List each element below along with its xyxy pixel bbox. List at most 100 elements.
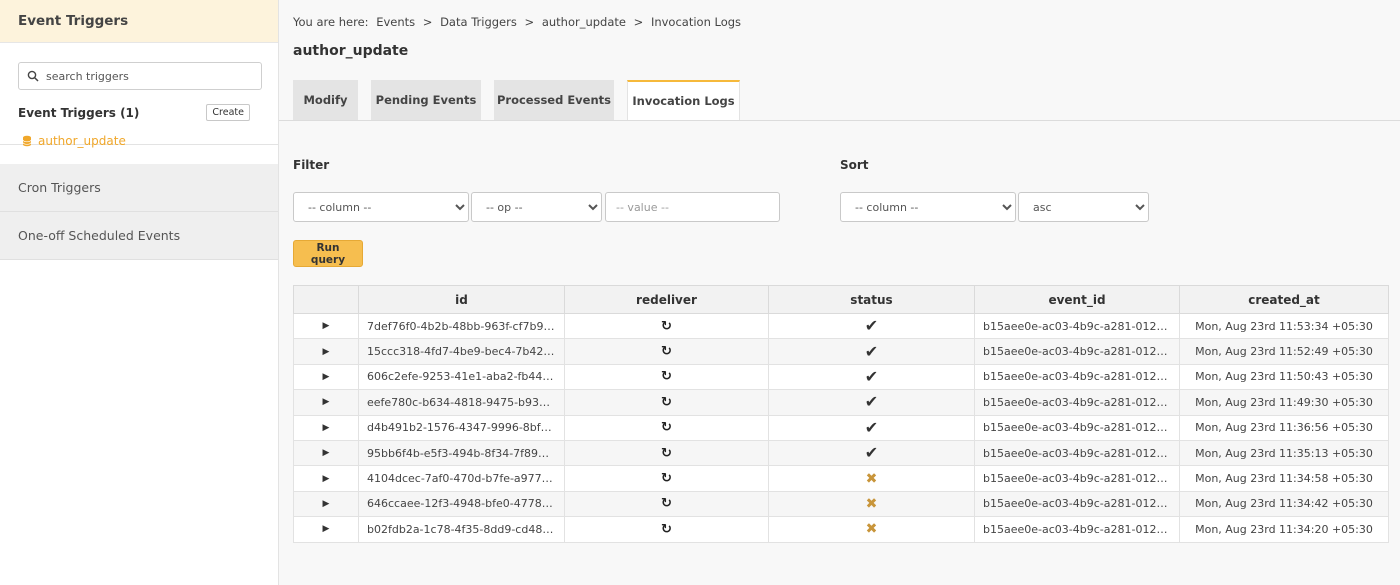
check-icon: ✔ [864,341,879,361]
expand-row-icon[interactable]: ▶ [323,499,330,509]
tab-processed-events[interactable]: Processed Events [494,80,614,120]
breadcrumb-events[interactable]: Events [376,15,415,29]
expand-row-cell[interactable]: ▶ [293,465,359,492]
cell-redeliver: ↻ [564,439,769,467]
sidebar-item-label: One-off Scheduled Events [18,228,181,243]
expand-row-icon[interactable]: ▶ [323,524,330,534]
cell-event-id: b15aee0e-ac03-4b9c-a281-01244... [974,439,1180,467]
cell-redeliver: ↻ [564,490,769,518]
check-icon: ✔ [864,417,879,437]
expand-row-cell[interactable]: ▶ [293,516,359,543]
table-header-row: id redeliver status event_id created_at [293,285,1389,314]
column-header-event-id[interactable]: event_id [974,285,1180,314]
table-row[interactable]: ▶ eefe780c-b634-4818-9475-b9302... ↻ ✔ b15ae… [293,389,1389,416]
cell-redeliver: ↻ [564,389,769,416]
expand-row-icon[interactable]: ▶ [323,474,330,484]
column-header-status[interactable]: status [768,285,975,314]
cell-redeliver: ↻ [564,516,769,543]
check-icon: ✔ [864,316,879,336]
table-row[interactable]: ▶ 7def76f0-4b2b-48bb-963f-cf7b9c0... ↻ ✔ b15… [293,312,1389,340]
refresh-icon[interactable]: ↻ [661,420,672,435]
expand-column-header [293,285,359,314]
cell-id: 95bb6f4b-e5f3-494b-8f34-7f89d9... [358,439,565,467]
refresh-icon[interactable]: ↻ [661,344,672,359]
cell-redeliver: ↻ [564,338,769,365]
expand-row-icon[interactable]: ▶ [323,423,330,433]
filter-value-input[interactable] [605,192,780,222]
sort-column-select[interactable]: -- column -- [840,192,1016,222]
breadcrumb-separator: > [422,15,433,29]
column-header-created-at[interactable]: created_at [1179,285,1389,314]
breadcrumb-prefix: You are here: [293,15,369,29]
table-row[interactable]: ▶ 4104dcec-7af0-470d-b7fe-a977c22... ↻ ✖ b15… [293,465,1389,492]
table-row[interactable]: ▶ 15ccc318-4fd7-4be9-bec4-7b42a5... ↻ ✔ b15a… [293,338,1389,365]
cell-created-at: Mon, Aug 23rd 11:34:58 +05:30 [1179,465,1389,492]
refresh-icon[interactable]: ↻ [661,522,672,537]
expand-row-cell[interactable]: ▶ [293,312,359,340]
sidebar-header[interactable]: Event Triggers [0,0,278,43]
column-header-redeliver[interactable]: redeliver [564,285,769,314]
breadcrumb-trigger[interactable]: author_update [542,15,626,29]
expand-row-cell[interactable]: ▶ [293,439,359,467]
cross-icon: ✖ [865,495,878,512]
cell-id: 4104dcec-7af0-470d-b7fe-a977c22... [358,465,565,492]
triggers-count-title: Event Triggers (1) [18,105,140,120]
tab-modify[interactable]: Modify [293,80,358,120]
cell-id: 7def76f0-4b2b-48bb-963f-cf7b9c0... [358,312,565,340]
search-input[interactable] [44,68,248,84]
cell-status: ✖ [768,465,975,492]
run-query-button[interactable]: Run query [293,240,363,267]
expand-row-icon[interactable]: ▶ [323,321,330,331]
sort-order-select[interactable]: asc [1018,192,1149,222]
column-header-id[interactable]: id [358,285,565,314]
search-box[interactable] [18,62,262,90]
sidebar-header-title: Event Triggers [18,13,129,29]
expand-row-icon[interactable]: ▶ [323,347,330,357]
trigger-item-author-update[interactable]: author_update [22,134,262,148]
table-row[interactable]: ▶ 95bb6f4b-e5f3-494b-8f34-7f89d9... ↻ ✔ b15a… [293,439,1389,467]
check-icon: ✔ [864,392,879,412]
cell-created-at: Mon, Aug 23rd 11:36:56 +05:30 [1179,414,1389,441]
filter-op-select[interactable]: -- op -- [471,192,602,222]
table-row[interactable]: ▶ d4b491b2-1576-4347-9996-8bf38... ↻ ✔ b15ae… [293,414,1389,441]
sidebar-item-one-off-events[interactable]: One-off Scheduled Events [0,212,278,260]
breadcrumb-data-triggers[interactable]: Data Triggers [440,15,517,29]
expand-row-cell[interactable]: ▶ [293,338,359,365]
tab-pending-events[interactable]: Pending Events [371,80,481,120]
expand-row-icon[interactable]: ▶ [323,397,330,407]
expand-row-cell[interactable]: ▶ [293,363,359,391]
cell-id: 646ccaee-12f3-4948-bfe0-4778d6f... [358,490,565,518]
refresh-icon[interactable]: ↻ [661,319,672,334]
cell-redeliver: ↻ [564,465,769,492]
create-trigger-button[interactable]: Create [206,104,250,121]
cell-created-at: Mon, Aug 23rd 11:52:49 +05:30 [1179,338,1389,365]
tab-bar: Modify Pending Events Processed Events I… [293,80,753,120]
cell-created-at: Mon, Aug 23rd 11:34:20 +05:30 [1179,516,1389,543]
expand-row-cell[interactable]: ▶ [293,414,359,441]
expand-row-cell[interactable]: ▶ [293,490,359,518]
refresh-icon[interactable]: ↻ [661,369,672,384]
refresh-icon[interactable]: ↻ [661,471,672,486]
trigger-item-label: author_update [38,134,126,148]
refresh-icon[interactable]: ↻ [661,446,672,461]
expand-row-cell[interactable]: ▶ [293,389,359,416]
table-row[interactable]: ▶ 646ccaee-12f3-4948-bfe0-4778d6f... ↻ ✖ b15… [293,490,1389,518]
expand-row-icon[interactable]: ▶ [323,372,330,382]
sort-label: Sort [840,158,869,172]
cell-event-id: b15aee0e-ac03-4b9c-a281-01244... [974,389,1180,416]
breadcrumb-separator: > [524,15,535,29]
refresh-icon[interactable]: ↻ [661,496,672,511]
breadcrumb-current: Invocation Logs [650,15,742,29]
expand-row-icon[interactable]: ▶ [323,448,330,458]
table-row[interactable]: ▶ b02fdb2a-1c78-4f35-8dd9-cd4894... ↻ ✖ b15a… [293,516,1389,543]
sidebar-item-cron-triggers[interactable]: Cron Triggers [0,164,278,212]
cell-id: 606c2efe-9253-41e1-aba2-fb443d... [358,363,565,391]
breadcrumb: You are here: Events > Data Triggers > a… [293,15,745,29]
refresh-icon[interactable]: ↻ [661,395,672,410]
tab-invocation-logs[interactable]: Invocation Logs [627,80,740,120]
cell-created-at: Mon, Aug 23rd 11:53:34 +05:30 [1179,312,1389,340]
table-row[interactable]: ▶ 606c2efe-9253-41e1-aba2-fb443d... ↻ ✔ b15a… [293,363,1389,391]
cell-status: ✔ [768,312,975,340]
filter-column-select[interactable]: -- column -- [293,192,469,222]
cell-id: b02fdb2a-1c78-4f35-8dd9-cd4894... [358,516,565,543]
